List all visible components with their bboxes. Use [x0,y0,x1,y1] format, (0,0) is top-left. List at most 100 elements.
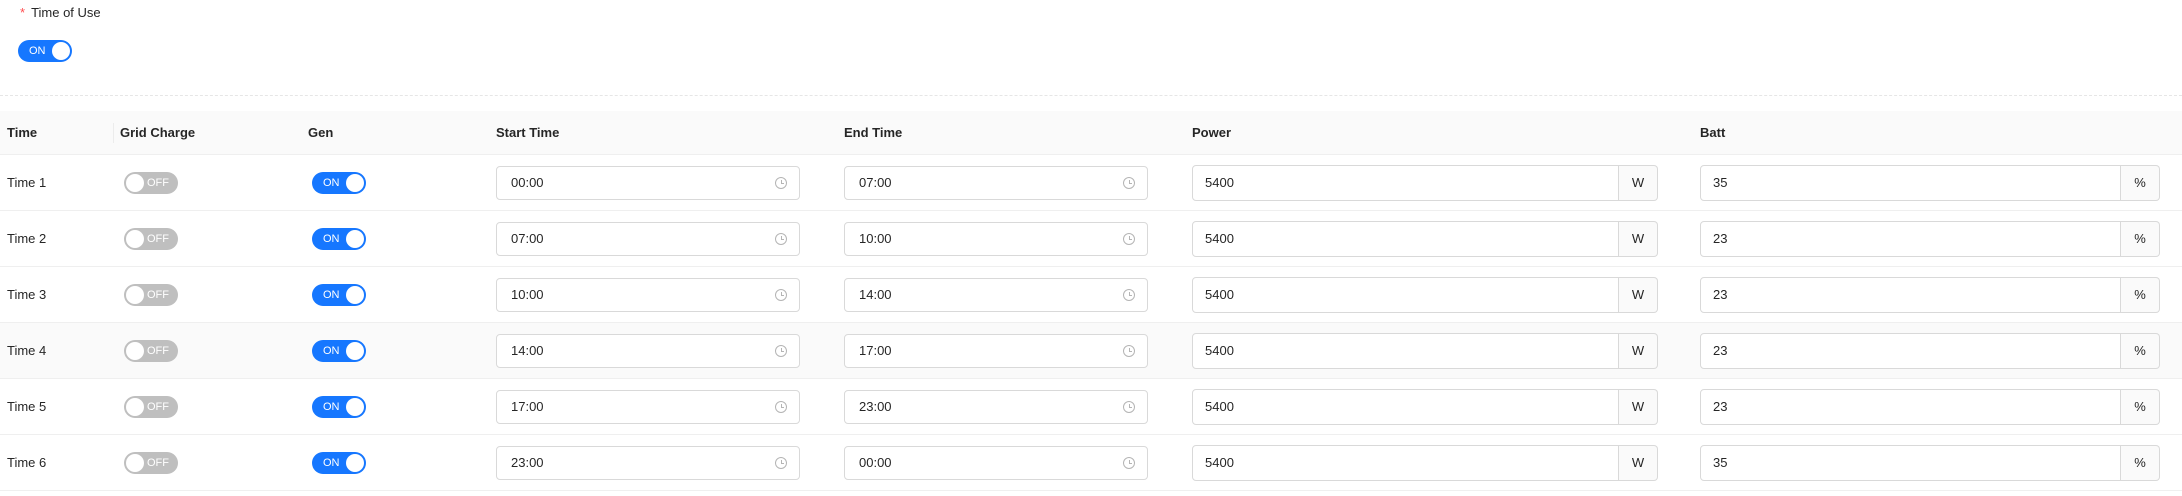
clock-icon [775,456,787,469]
row-time-label: Time 6 [7,455,47,470]
end-time-picker[interactable]: 10:00 [844,221,1148,256]
toggle-text: ON [323,456,340,469]
power-input-group: 5400 W [1192,164,1658,201]
end-time-picker[interactable]: 17:00 [844,333,1148,368]
grid-charge-toggle[interactable]: OFF [124,395,178,418]
power-input[interactable]: 5400 [1192,276,1619,313]
header-batt: Batt [1693,111,2182,155]
batt-input-group: 35% [1700,444,2160,481]
batt-input-group: 23% [1700,220,2160,257]
batt-input[interactable]: 35 [1700,444,2121,481]
clock-icon [775,288,787,301]
start-time-value: 17:00 [511,398,544,414]
table-row: Time 2 OFF ON 07:00 10:00 5400 W 23% [0,210,2182,267]
clock-icon [775,400,787,413]
toggle-knob [126,341,144,360]
clock-icon [775,232,787,245]
start-time-picker[interactable]: 10:00 [496,277,800,312]
end-time-picker[interactable]: 14:00 [844,277,1148,312]
gen-toggle[interactable]: ON [312,339,366,362]
batt-unit: % [2121,164,2160,201]
toggle-knob [346,453,364,472]
power-unit: W [1619,276,1658,313]
table-row: Time 4 OFF ON 14:00 17:00 5400 W 23% [0,322,2182,379]
gen-toggle[interactable]: ON [312,171,366,194]
power-unit: W [1619,444,1658,481]
clock-icon [1123,456,1135,469]
batt-unit: % [2121,444,2160,481]
power-unit: W [1619,164,1658,201]
toggle-text: ON [323,176,340,189]
power-input[interactable]: 5400 [1192,444,1619,481]
power-unit: W [1619,220,1658,257]
gen-toggle[interactable]: ON [312,227,366,250]
end-time-value: 17:00 [859,342,892,358]
toggle-knob [52,42,70,60]
batt-input[interactable]: 23 [1700,220,2121,257]
time-of-use-label: * Time of Use [20,5,101,20]
power-input[interactable]: 5400 [1192,332,1619,369]
time-of-use-toggle[interactable]: ON [18,40,72,62]
end-time-value: 00:00 [859,454,892,470]
start-time-picker[interactable]: 14:00 [496,333,800,368]
start-time-picker[interactable]: 17:00 [496,389,800,424]
toggle-knob [346,341,364,360]
grid-charge-toggle[interactable]: OFF [124,339,178,362]
batt-unit: % [2121,220,2160,257]
start-time-value: 23:00 [511,454,544,470]
toggle-text: OFF [147,344,169,357]
toggle-knob [126,173,144,192]
end-time-value: 14:00 [859,286,892,302]
end-time-picker[interactable]: 00:00 [844,445,1148,480]
power-input-group: 5400 W [1192,332,1658,369]
row-time-label: Time 3 [7,287,47,302]
start-time-value: 07:00 [511,230,544,246]
gen-toggle[interactable]: ON [312,283,366,306]
batt-input[interactable]: 35 [1700,164,2121,201]
toggle-text: ON [29,45,46,57]
batt-input-group: 23% [1700,276,2160,313]
time-of-use-table: Time Grid Charge Gen Start Time End Time… [0,111,2182,491]
toggle-text: ON [323,232,340,245]
power-input-group: 5400 W [1192,388,1658,425]
end-time-picker[interactable]: 23:00 [844,389,1148,424]
power-input-group: 5400 W [1192,444,1658,481]
end-time-value: 07:00 [859,174,892,190]
batt-input-group: 23% [1700,332,2160,369]
power-input[interactable]: 5400 [1192,220,1619,257]
toggle-knob [346,173,364,192]
grid-charge-toggle[interactable]: OFF [124,283,178,306]
power-input[interactable]: 5400 [1192,388,1619,425]
start-time-picker[interactable]: 00:00 [496,165,800,200]
batt-input[interactable]: 23 [1700,388,2121,425]
row-time-label: Time 1 [7,175,47,190]
power-input[interactable]: 5400 [1192,164,1619,201]
toggle-text: OFF [147,176,169,189]
table-row: Time 1 OFF ON 00:00 07:00 5400 W 35% [0,154,2182,211]
toggle-text: ON [323,344,340,357]
batt-unit: % [2121,332,2160,369]
header-end-time: End Time [837,111,1185,155]
table-row: Time 5 OFF ON 17:00 23:00 5400 W 23% [0,378,2182,435]
gen-toggle[interactable]: ON [312,395,366,418]
start-time-picker[interactable]: 07:00 [496,221,800,256]
power-unit: W [1619,388,1658,425]
start-time-picker[interactable]: 23:00 [496,445,800,480]
batt-input-group: 23% [1700,388,2160,425]
clock-icon [1123,344,1135,357]
toggle-text: ON [323,288,340,301]
batt-input[interactable]: 23 [1700,332,2121,369]
toggle-text: ON [323,400,340,413]
toggle-knob [346,229,364,248]
grid-charge-toggle[interactable]: OFF [124,451,178,474]
batt-input[interactable]: 23 [1700,276,2121,313]
gen-toggle[interactable]: ON [312,451,366,474]
table-row: Time 3 OFF ON 10:00 14:00 5400 W 23% [0,266,2182,323]
header-time: Time [0,111,113,155]
clock-icon [775,344,787,357]
toggle-text: OFF [147,456,169,469]
end-time-picker[interactable]: 07:00 [844,165,1148,200]
grid-charge-toggle[interactable]: OFF [124,227,178,250]
grid-charge-toggle[interactable]: OFF [124,171,178,194]
end-time-value: 23:00 [859,398,892,414]
